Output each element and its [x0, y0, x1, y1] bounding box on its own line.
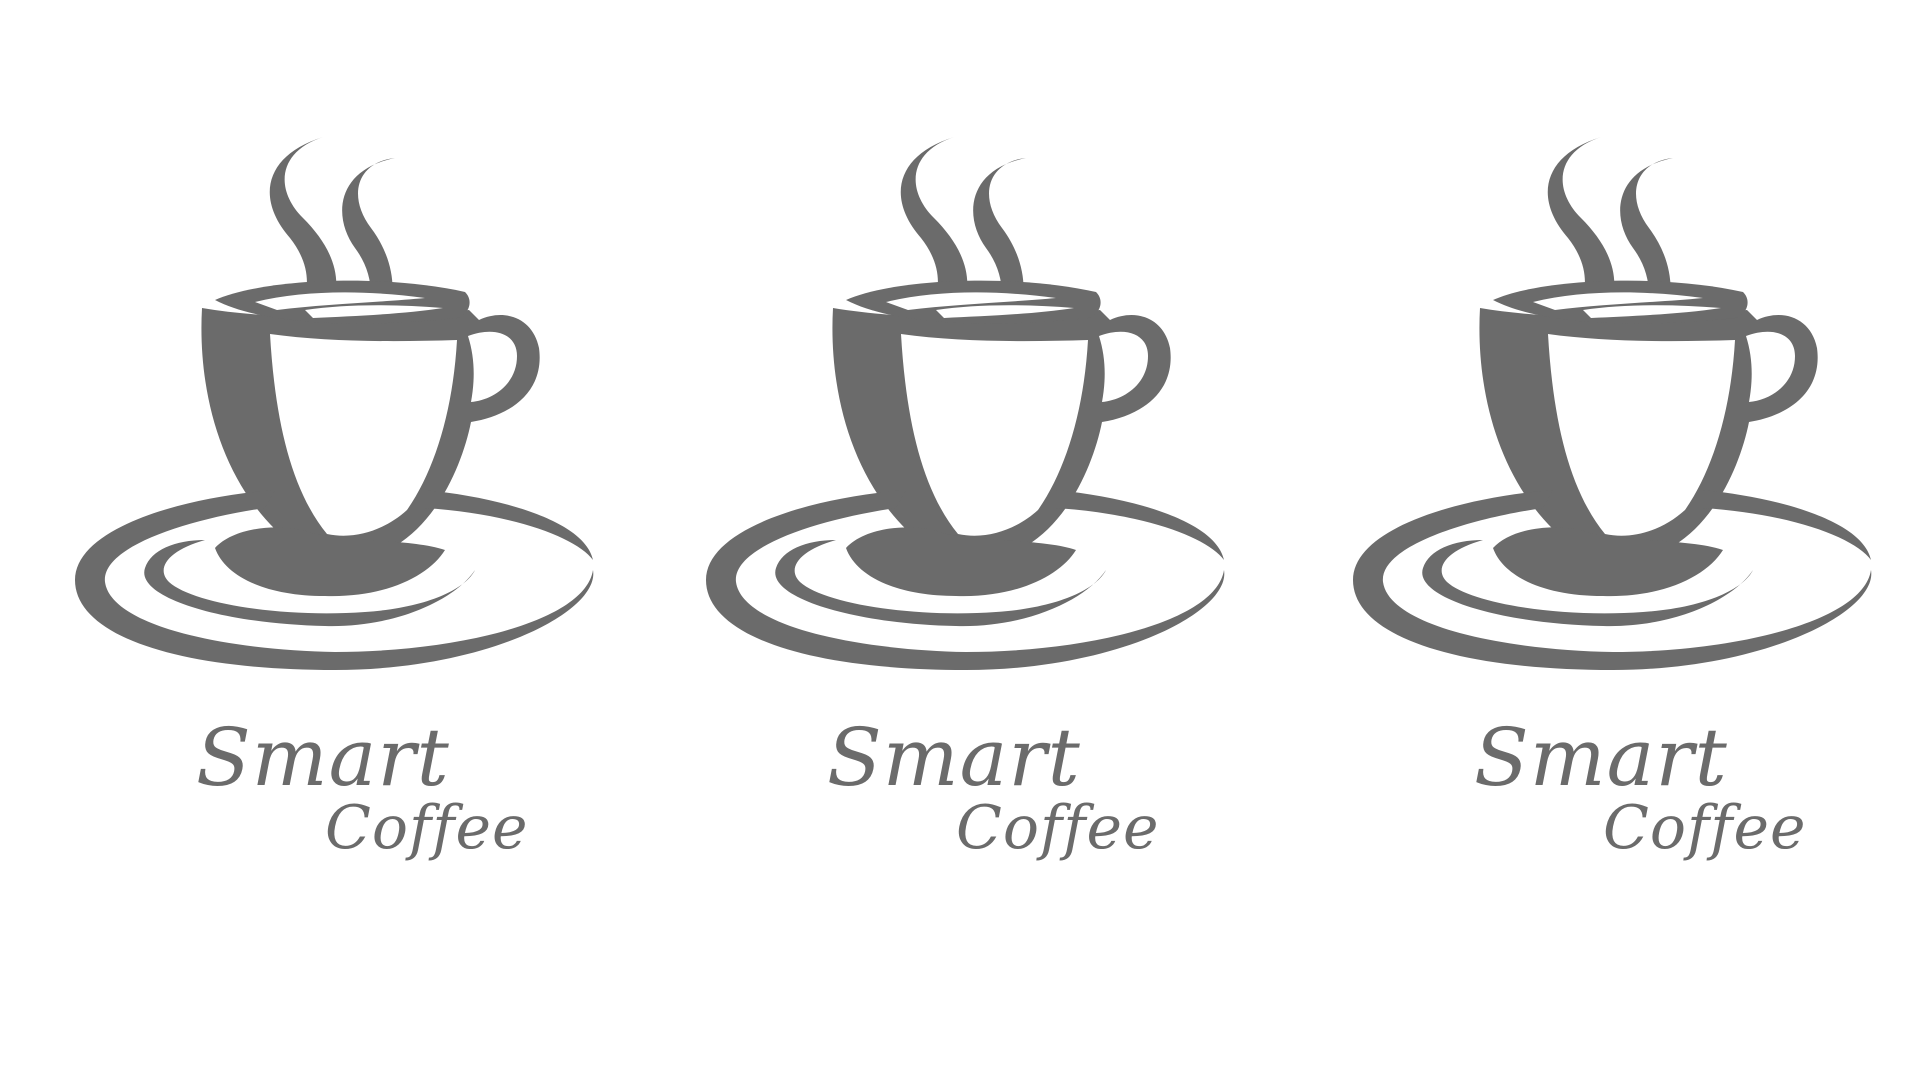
logo-canvas: Smart Coffee Smart Coffee Smart Coffee: [0, 0, 1920, 1080]
brand-word-coffee: Coffee: [956, 793, 1160, 863]
smart-coffee-logo-2: Smart Coffee: [696, 0, 1256, 1080]
coffee-cup-icon: [75, 137, 594, 670]
brand-word-smart: Smart: [1474, 711, 1728, 804]
brand-word-coffee: Coffee: [325, 793, 529, 863]
coffee-cup-icon: [706, 137, 1225, 670]
brand-word-smart: Smart: [827, 711, 1081, 804]
coffee-cup-icon: [1353, 137, 1872, 670]
smart-coffee-logo-1: Smart Coffee: [65, 0, 625, 1080]
brand-word-coffee: Coffee: [1603, 793, 1807, 863]
smart-coffee-logo-3: Smart Coffee: [1343, 0, 1903, 1080]
brand-word-smart: Smart: [196, 711, 450, 804]
